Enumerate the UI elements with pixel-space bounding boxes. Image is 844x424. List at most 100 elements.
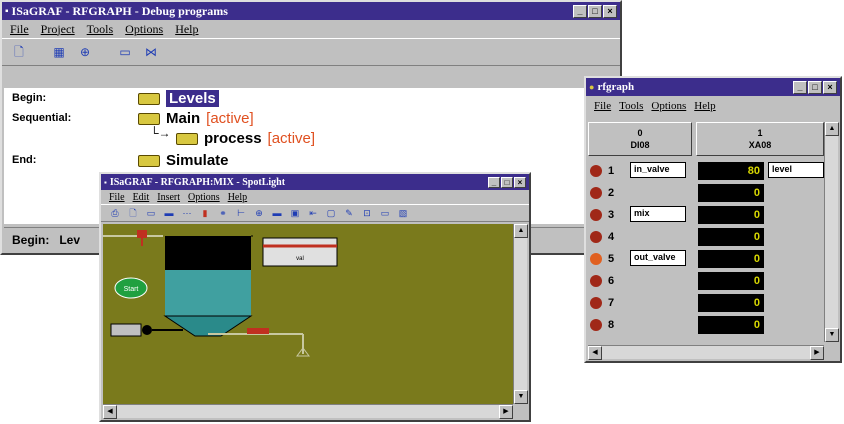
graph-icon[interactable]: ▧ bbox=[397, 207, 409, 219]
menu-file[interactable]: File bbox=[109, 192, 125, 203]
scroll-up-icon[interactable]: ▲ bbox=[514, 224, 528, 238]
menu-tools[interactable]: Tools bbox=[87, 22, 114, 37]
save-icon[interactable]: ▬ bbox=[163, 207, 175, 219]
menu-help[interactable]: Help bbox=[228, 192, 247, 203]
line-icon[interactable]: ⊢ bbox=[235, 207, 247, 219]
start-label: Start bbox=[124, 286, 139, 293]
rf-vertical-scrollbar[interactable]: ▲ ▼ bbox=[824, 122, 839, 342]
menu-file[interactable]: File bbox=[10, 22, 29, 37]
spot-vertical-scrollbar[interactable]: ▲ ▼ bbox=[513, 224, 528, 404]
channel-value[interactable]: 0 bbox=[698, 250, 764, 268]
spotlight-canvas[interactable]: Start val bbox=[103, 224, 513, 404]
open-icon[interactable]: ▭ bbox=[145, 207, 157, 219]
channel-value[interactable]: 0 bbox=[698, 206, 764, 224]
menu-edit[interactable]: Edit bbox=[133, 192, 150, 203]
arrow-icon[interactable]: ⇤ bbox=[307, 207, 319, 219]
step-process[interactable]: process [active] bbox=[176, 130, 315, 147]
board-header-1[interactable]: 1 XA08 bbox=[696, 122, 824, 156]
variable-tag[interactable]: level bbox=[768, 162, 824, 178]
print-icon[interactable]: ⎙ bbox=[109, 207, 121, 219]
scroll-right-icon[interactable]: ▶ bbox=[499, 405, 513, 419]
channel-value[interactable]: 0 bbox=[698, 228, 764, 246]
main-titlebar[interactable]: ▪ ISaGRAF - RFGRAPH - Debug programs _ □… bbox=[2, 2, 620, 20]
close-button[interactable]: × bbox=[823, 80, 837, 94]
channel-index: 1 bbox=[608, 165, 615, 177]
scroll-up-icon[interactable]: ▲ bbox=[825, 122, 839, 136]
menu-options[interactable]: Options bbox=[125, 22, 163, 37]
bar-icon[interactable]: ▬ bbox=[271, 207, 283, 219]
pen-icon[interactable]: ✎ bbox=[343, 207, 355, 219]
led-icon[interactable] bbox=[590, 275, 602, 287]
led-icon[interactable] bbox=[590, 319, 602, 331]
scroll-left-icon[interactable]: ◀ bbox=[588, 346, 602, 360]
box-icon[interactable]: ▭ bbox=[116, 44, 134, 60]
variable-label[interactable]: mix bbox=[630, 206, 686, 222]
frame-icon[interactable]: ▢ bbox=[325, 207, 337, 219]
new-icon[interactable]: 🗋 bbox=[127, 207, 139, 219]
variable-label[interactable]: in_valve bbox=[630, 162, 686, 178]
maximize-button[interactable]: □ bbox=[808, 80, 822, 94]
step-levels[interactable]: Levels bbox=[138, 90, 219, 107]
channel-value[interactable]: 0 bbox=[698, 272, 764, 290]
status-label: Begin: bbox=[12, 232, 50, 247]
io-row: 1 bbox=[590, 160, 614, 182]
channel-index: 6 bbox=[608, 275, 615, 287]
channel-value[interactable]: 0 bbox=[698, 294, 764, 312]
channel-value[interactable]: 0 bbox=[698, 316, 764, 334]
channel-index: 8 bbox=[608, 319, 615, 331]
board-header-0[interactable]: 0 DI08 bbox=[588, 122, 692, 156]
menu-tools[interactable]: Tools bbox=[619, 100, 643, 112]
color-icon[interactable]: ▮ bbox=[199, 207, 211, 219]
scroll-down-icon[interactable]: ▼ bbox=[514, 390, 528, 404]
menu-help[interactable]: Help bbox=[694, 100, 715, 112]
menu-project[interactable]: Project bbox=[41, 22, 75, 37]
rf-horizontal-scrollbar[interactable]: ◀ ▶ bbox=[588, 345, 824, 360]
menu-file[interactable]: File bbox=[594, 100, 611, 112]
minimize-button[interactable]: _ bbox=[488, 176, 500, 188]
spot-titlebar[interactable]: ▪ ISaGRAF - RFGRAPH:MIX - SpotLight _ □ … bbox=[101, 174, 529, 190]
minimize-button[interactable]: _ bbox=[793, 80, 807, 94]
menu-options[interactable]: Options bbox=[188, 192, 220, 203]
led-icon[interactable] bbox=[590, 253, 602, 265]
spot-menubar: File Edit Insert Options Help bbox=[101, 190, 529, 204]
grid-icon[interactable]: ▦ bbox=[50, 44, 68, 60]
io-row: 4 bbox=[590, 226, 614, 248]
target-icon[interactable]: ⊕ bbox=[253, 207, 265, 219]
window-icon[interactable]: ⊡ bbox=[361, 207, 373, 219]
channel-value[interactable]: 0 bbox=[698, 184, 764, 202]
minimize-button[interactable]: _ bbox=[573, 4, 587, 18]
menu-insert[interactable]: Insert bbox=[157, 192, 180, 203]
led-icon[interactable] bbox=[590, 297, 602, 309]
led-icon[interactable] bbox=[590, 187, 602, 199]
step-main[interactable]: Main [active] bbox=[138, 110, 254, 127]
led-icon[interactable] bbox=[590, 165, 602, 177]
maximize-button[interactable]: □ bbox=[588, 4, 602, 18]
menu-help[interactable]: Help bbox=[175, 22, 198, 37]
channel-index: 4 bbox=[608, 231, 615, 243]
menu-options[interactable]: Options bbox=[651, 100, 686, 112]
out-valve-icon bbox=[247, 328, 269, 334]
split-icon[interactable]: ⋈ bbox=[142, 44, 160, 60]
target-icon[interactable]: ⊕ bbox=[76, 44, 94, 60]
status-text: Lev bbox=[59, 232, 81, 247]
new-icon[interactable]: 🗋 bbox=[10, 44, 28, 60]
box-icon[interactable]: ▣ bbox=[289, 207, 301, 219]
link-icon[interactable]: ⚭ bbox=[217, 207, 229, 219]
led-icon[interactable] bbox=[590, 209, 602, 221]
rect-icon[interactable]: ▭ bbox=[379, 207, 391, 219]
maximize-button[interactable]: □ bbox=[501, 176, 513, 188]
scroll-left-icon[interactable]: ◀ bbox=[103, 405, 117, 419]
spot-horizontal-scrollbar[interactable]: ◀ ▶ bbox=[103, 404, 513, 419]
channel-value[interactable]: 80 bbox=[698, 162, 764, 180]
process-label: process bbox=[204, 130, 262, 147]
align-icon[interactable]: ⋯ bbox=[181, 207, 193, 219]
close-button[interactable]: × bbox=[603, 4, 617, 18]
io-row: 2 bbox=[590, 182, 614, 204]
led-icon[interactable] bbox=[590, 231, 602, 243]
variable-label[interactable]: out_valve bbox=[630, 250, 686, 266]
scroll-down-icon[interactable]: ▼ bbox=[825, 328, 839, 342]
close-button[interactable]: × bbox=[514, 176, 526, 188]
rf-titlebar[interactable]: ● rfgraph _ □ × bbox=[586, 78, 840, 96]
step-simulate[interactable]: Simulate bbox=[138, 152, 229, 169]
scroll-right-icon[interactable]: ▶ bbox=[810, 346, 824, 360]
